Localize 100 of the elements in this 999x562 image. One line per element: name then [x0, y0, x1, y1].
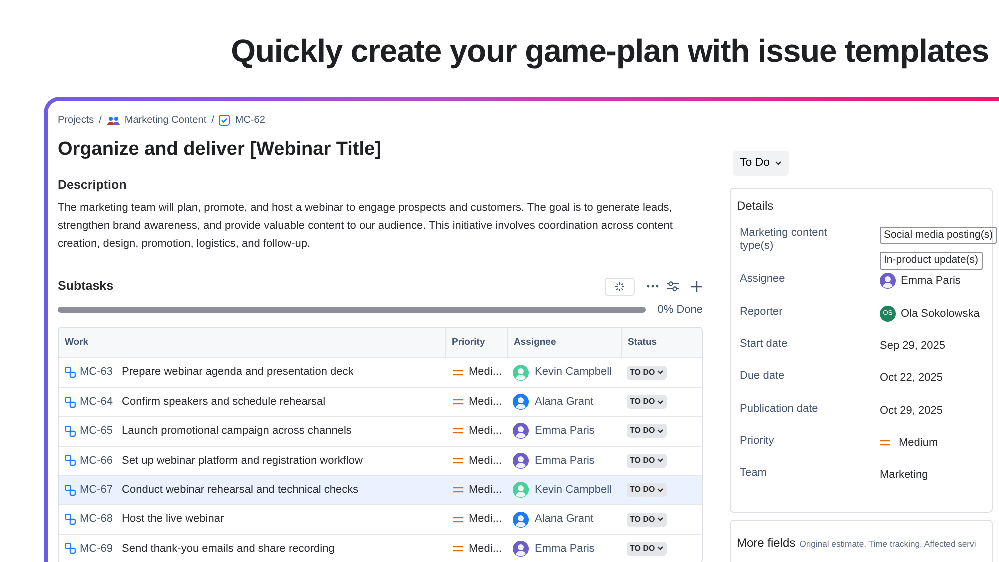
- issue-summary[interactable]: Host the live webinar: [122, 511, 224, 528]
- description-text: The marketing team will plan, promote, and host a webinar to engage prospects and customers. The goal is to generate leads, strengthen brand awareness, and provide valuable content to our audience. This initiative involves coordination across content creation, design, promotion, logistics, and follow-up.: [58, 200, 674, 252]
- description-heading: Description: [58, 176, 128, 194]
- caret-icon: [657, 488, 664, 493]
- status-dropdown[interactable]: TO DO: [627, 424, 668, 438]
- subtask-icon: [65, 367, 76, 378]
- priority-icon: [453, 487, 463, 494]
- issue-key[interactable]: MC-65: [80, 423, 114, 440]
- status-dropdown[interactable]: TO DO: [627, 454, 668, 468]
- plus-icon: [691, 280, 703, 293]
- checkbox-icon: [219, 115, 230, 126]
- assignee-name: Emma Paris: [535, 454, 595, 469]
- tag: Social media posting(s): [880, 226, 998, 244]
- field-label: Publication date: [740, 402, 820, 416]
- settings-button[interactable]: [667, 281, 679, 292]
- tag: In-product update(s): [880, 252, 983, 270]
- more-fields-hint: Original estimate, Time tracking, Affected servi: [800, 538, 976, 549]
- people-icon: [106, 116, 120, 126]
- more-button[interactable]: [647, 285, 659, 288]
- field-value: Oct 22, 2025: [880, 371, 943, 386]
- issue-summary[interactable]: Launch promotional campaign across channels: [122, 423, 352, 440]
- table-row[interactable]: MC-69 Send thank-you emails and share recording Medi... Emma Paris TO DO: [59, 534, 702, 562]
- priority-icon: [453, 399, 463, 406]
- assignee-name: Alana Grant: [535, 394, 594, 410]
- field-value: Marketing: [880, 468, 928, 484]
- table-row[interactable]: MC-63 Prepare webinar agenda and presentation deck Medi... Kevin Campbell TO DO: [59, 357, 702, 387]
- subtask-icon: [65, 514, 76, 526]
- status-dropdown[interactable]: TO DO: [627, 512, 668, 527]
- priority-icon: [453, 546, 463, 552]
- subtask-icon: [65, 396, 76, 408]
- caret-icon: [775, 161, 782, 166]
- priority-text: Medi...: [469, 365, 502, 380]
- table-row[interactable]: MC-68 Host the live webinar Medi... Alana Grant TO DO: [59, 504, 702, 534]
- field-label: Due date: [740, 370, 786, 384]
- assignee-name: Alana Grant: [535, 512, 594, 528]
- burst-button[interactable]: [605, 278, 635, 296]
- issue-key[interactable]: MC-69: [80, 540, 114, 558]
- status-dropdown[interactable]: TO DO: [627, 366, 668, 380]
- priority-text: Medi...: [469, 454, 502, 469]
- subtask-icon: [65, 543, 76, 554]
- caret-icon: [657, 517, 664, 522]
- more-icon: [647, 285, 659, 288]
- caret-icon: [657, 458, 664, 464]
- breadcrumb-link[interactable]: Projects: [58, 113, 94, 128]
- priority-icon: [453, 370, 463, 376]
- issue-key[interactable]: MC-63: [80, 364, 114, 381]
- caret-icon: [657, 546, 664, 552]
- breadcrumb-separator: /: [212, 114, 214, 128]
- field-label: Assignee: [740, 273, 786, 286]
- field-value: Oct 29, 2025: [880, 404, 943, 419]
- status-dropdown[interactable]: TO DO: [627, 483, 668, 498]
- assignee-name: Emma Paris: [535, 424, 595, 440]
- field-value: Ola Sokolowska: [901, 306, 980, 322]
- progress-reading: 0% Done: [658, 302, 703, 318]
- priority-icon: [453, 516, 463, 523]
- caret-icon: [657, 400, 664, 405]
- priority-text: Medi...: [469, 424, 502, 440]
- priority-text: Medi...: [469, 482, 502, 498]
- headline: Quickly create your game-plan with issue templates: [230, 32, 990, 71]
- status-dropdown[interactable]: TO DO: [627, 395, 668, 410]
- breadcrumb-link[interactable]: Marketing Content: [124, 113, 207, 128]
- field-label: Priority: [740, 435, 776, 448]
- breadcrumb-separator: /: [99, 114, 102, 128]
- issue-summary[interactable]: Conduct webinar rehearsal and technical checks: [122, 482, 359, 498]
- priority-text: Medi...: [469, 512, 502, 528]
- status-button[interactable]: To Do: [733, 151, 790, 176]
- more-fields-heading: More fields: [737, 536, 796, 550]
- table-row[interactable]: MC-64 Confirm speakers and schedule rehearsal Medi... Alana Grant TO DO: [59, 386, 702, 416]
- details-heading: Details: [737, 199, 775, 214]
- field-label: Reporter: [740, 306, 784, 319]
- breadcrumb-link[interactable]: MC-62: [235, 113, 266, 128]
- issue-key[interactable]: MC-67: [80, 482, 114, 498]
- burst-icon: [615, 282, 625, 292]
- sliders-icon: [667, 281, 679, 292]
- field-label: Team: [740, 467, 768, 480]
- status-dropdown[interactable]: TO DO: [627, 542, 668, 556]
- table-row[interactable]: MC-65 Launch promotional campaign across channels Medi... Emma Paris TO DO: [59, 416, 702, 446]
- assignee-name: Emma Paris: [535, 542, 595, 557]
- more-fields-panel[interactable]: More fields Original estimate, Time tracking, Affected servi: [730, 520, 993, 562]
- field-value: Sep 29, 2025: [880, 338, 946, 354]
- issue-summary[interactable]: Set up webinar platform and registration workflow: [122, 452, 363, 470]
- issue-key[interactable]: MC-68: [80, 511, 114, 528]
- subtask-icon: [65, 426, 76, 437]
- issue-key[interactable]: MC-66: [80, 452, 114, 470]
- field-label: Start date: [740, 338, 789, 351]
- issue-summary[interactable]: Confirm speakers and schedule rehearsal: [122, 394, 326, 410]
- add-button[interactable]: [691, 280, 703, 293]
- issue-key[interactable]: MC-64: [80, 394, 114, 410]
- subtask-icon: [65, 484, 76, 496]
- caret-icon: [657, 428, 664, 434]
- priority-text: Medi...: [469, 394, 502, 410]
- priority-icon: [453, 458, 463, 464]
- issue-title: Organize and deliver [Webinar Title]: [58, 139, 382, 162]
- assignee-name: Kevin Campbell: [535, 482, 612, 498]
- issue-summary[interactable]: Prepare webinar agenda and presentation deck: [122, 364, 354, 381]
- field-label: Marketing content type(s): [740, 226, 828, 253]
- subtask-icon: [65, 455, 76, 466]
- table-row[interactable]: MC-67 Conduct webinar rehearsal and technical checks Medi... Kevin Campbell TO DO: [59, 475, 702, 504]
- issue-summary[interactable]: Send thank-you emails and share recording: [122, 540, 335, 558]
- priority-icon: [453, 428, 463, 434]
